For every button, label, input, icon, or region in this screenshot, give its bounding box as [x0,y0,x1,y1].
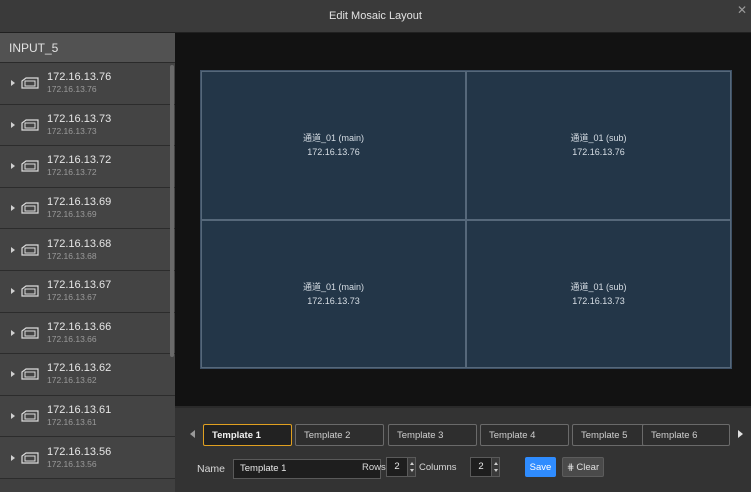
clear-label: Clear [576,461,600,473]
columns-input[interactable]: 2 [470,457,492,477]
expand-arrow-icon[interactable] [11,413,15,420]
camera-device-icon [21,284,39,298]
expand-arrow-icon[interactable] [11,371,15,378]
sidebar-header: INPUT_5 [0,33,175,63]
stepper-down-icon[interactable] [493,469,498,472]
tab-template-1[interactable]: Template 1 [203,424,292,446]
device-item[interactable]: 172.16.13.62 172.16.13.62 [0,354,175,396]
cell-channel-name: 通道_01 (main) [302,281,365,292]
mosaic-cell[interactable]: 通道_01 (main) 172.16.13.73 [201,219,466,368]
device-sub-ip: 172.16.13.61 [47,417,97,428]
device-ip: 172.16.13.76 [47,71,112,84]
clear-button[interactable]: ⋕ Clear [562,457,604,477]
device-ip: 172.16.13.61 [47,404,112,417]
input-sidebar: INPUT_5 172.16.13.76 172.16.13.76 172.16.… [0,33,175,492]
cell-ip: 172.16.13.76 [572,147,625,158]
device-item[interactable]: 172.16.13.61 172.16.13.61 [0,395,175,438]
title-bar: Edit Mosaic Layout ✕ [0,0,751,33]
mosaic-cell[interactable]: 通道_01 (sub) 172.16.13.73 [466,219,731,368]
tab-template-2[interactable]: Template 2 [295,424,384,446]
form-controls: Rows 2 Columns 2 Save ⋕ Clear [175,456,751,478]
camera-device-icon [21,409,39,423]
camera-device-icon [21,243,39,257]
mosaic-cell[interactable]: 通道_01 (sub) 172.16.13.76 [466,71,731,220]
mosaic-grid: 通道_01 (main) 172.16.13.76 通道_01 (sub) 17… [200,70,732,369]
device-ip: 172.16.13.67 [47,279,112,292]
tab-template-4[interactable]: Template 4 [480,424,569,446]
device-sub-ip: 172.16.13.73 [47,125,97,136]
cell-channel-name: 通道_01 (main) [302,133,365,144]
mosaic-canvas: 通道_01 (main) 172.16.13.76 通道_01 (sub) 17… [175,33,751,406]
device-sub-ip: 172.16.13.66 [47,333,97,344]
camera-device-icon [21,159,39,173]
cell-ip: 172.16.13.73 [572,295,625,306]
stepper-up-icon[interactable] [409,462,414,465]
camera-device-icon [21,201,39,215]
device-ip: 172.16.13.56 [47,445,112,458]
expand-arrow-icon[interactable] [11,454,15,461]
rows-stepper[interactable] [407,457,416,477]
device-list: 172.16.13.76 172.16.13.76 172.16.13.73 172… [0,63,175,479]
cell-channel-name: 通道_01 (sub) [570,281,627,292]
scrollbar-thumb[interactable] [170,65,174,357]
device-item[interactable]: 172.16.13.56 172.16.13.56 [0,437,175,479]
device-ip: 172.16.13.62 [47,362,112,375]
stepper-up-icon[interactable] [493,462,498,465]
device-ip: 172.16.13.73 [47,112,112,125]
expand-arrow-icon[interactable] [11,246,15,253]
stepper-down-icon[interactable] [409,469,414,472]
columns-label: Columns [419,462,457,473]
device-sub-ip: 172.16.13.56 [47,458,97,469]
device-item[interactable]: 172.16.13.68 172.16.13.68 [0,229,175,271]
template-panel: Template 1 Template 2 Template 3 Templat… [175,406,751,492]
expand-arrow-icon[interactable] [11,121,15,128]
expand-arrow-icon[interactable] [11,288,15,295]
expand-arrow-icon[interactable] [11,205,15,212]
cell-channel-name: 通道_01 (sub) [570,133,627,144]
device-sub-ip: 172.16.13.68 [47,250,97,261]
tab-scroll-left-icon[interactable] [190,430,195,438]
mosaic-cell[interactable]: 通道_01 (main) 172.16.13.76 [201,71,466,220]
window-title: Edit Mosaic Layout [329,10,422,22]
close-icon[interactable]: ✕ [737,4,747,16]
template-tabs: Template 1 Template 2 Template 3 Templat… [175,424,751,446]
tab-template-3[interactable]: Template 3 [388,424,477,446]
device-ip: 172.16.13.66 [47,320,112,333]
save-button[interactable]: Save [525,457,556,477]
expand-arrow-icon[interactable] [11,163,15,170]
device-item[interactable]: 172.16.13.69 172.16.13.69 [0,187,175,230]
expand-arrow-icon[interactable] [11,329,15,336]
camera-device-icon [21,367,39,381]
device-ip: 172.16.13.68 [47,237,112,250]
device-sub-ip: 172.16.13.76 [47,84,97,95]
tab-template-6[interactable]: Template 6 [642,424,730,446]
tab-scroll-right-icon[interactable] [738,430,743,438]
device-item[interactable]: 172.16.13.76 172.16.13.76 [0,63,175,105]
camera-device-icon [21,118,39,132]
camera-device-icon [21,326,39,340]
expand-arrow-icon[interactable] [11,80,15,87]
device-sub-ip: 172.16.13.62 [47,375,97,386]
camera-device-icon [21,451,39,465]
columns-stepper[interactable] [491,457,500,477]
cell-ip: 172.16.13.76 [307,147,360,158]
device-sub-ip: 172.16.13.72 [47,167,97,178]
camera-device-icon [21,76,39,90]
rows-input[interactable]: 2 [386,457,408,477]
device-sub-ip: 172.16.13.67 [47,292,97,303]
device-item[interactable]: 172.16.13.66 172.16.13.66 [0,312,175,355]
clear-icon: ⋕ [566,461,575,472]
device-item[interactable]: 172.16.13.72 172.16.13.72 [0,146,175,188]
device-sub-ip: 172.16.13.69 [47,209,97,220]
rows-label: Rows [362,462,386,473]
cell-ip: 172.16.13.73 [307,295,360,306]
device-ip: 172.16.13.72 [47,154,112,167]
device-item[interactable]: 172.16.13.73 172.16.13.73 [0,104,175,147]
device-item[interactable]: 172.16.13.67 172.16.13.67 [0,270,175,313]
device-ip: 172.16.13.69 [47,196,112,209]
